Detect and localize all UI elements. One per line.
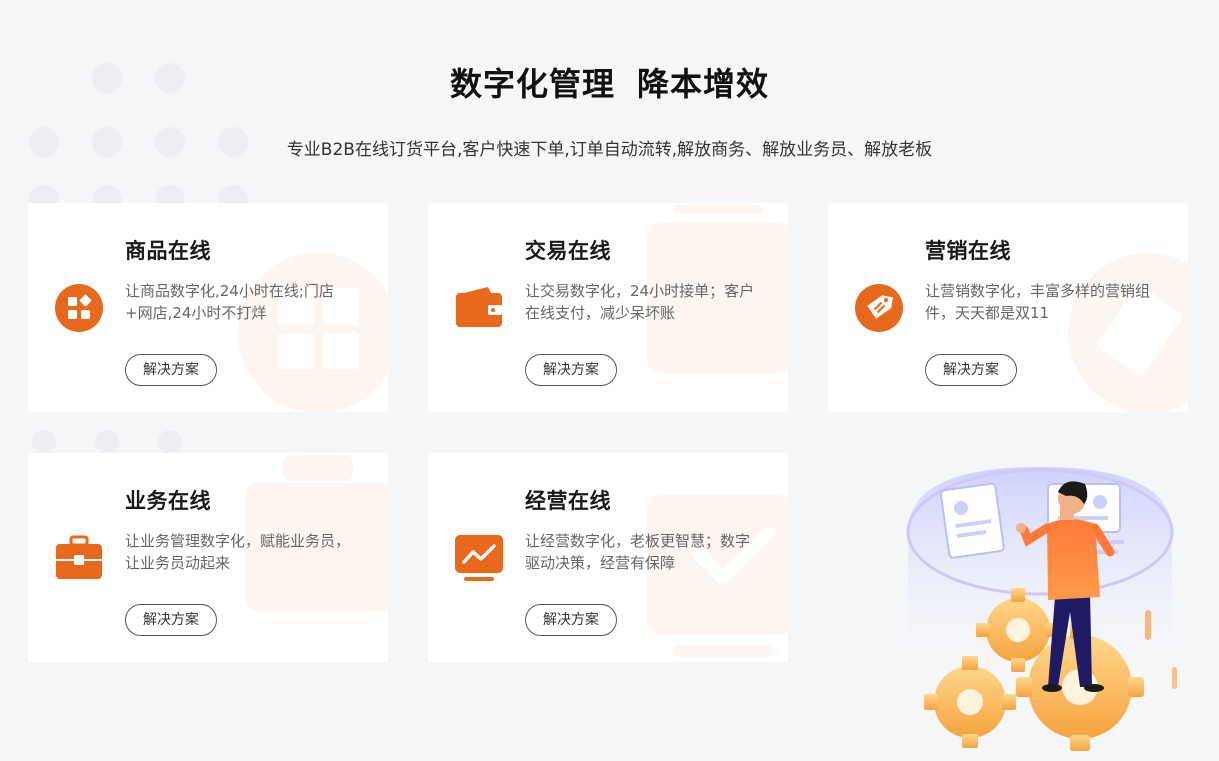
solution-button[interactable]: 解决方案 <box>525 354 617 386</box>
card-marketing-online: 营销在线 让营销数字化，丰富多样的营销组件，天天都是双11 解决方案 <box>828 203 1188 412</box>
card-business-online: 业务在线 让业务管理数字化，赋能业务员，让业务员动起来 解决方案 <box>28 453 388 662</box>
solution-button[interactable]: 解决方案 <box>125 354 217 386</box>
watermark-grid-decoration <box>238 253 388 412</box>
card-description: 让商品数字化,24小时在线;门店+网店,24小时不打烊 <box>125 282 334 322</box>
card-title: 营销在线 <box>925 239 1011 263</box>
card-title: 经营在线 <box>525 489 611 513</box>
watermark-tag-decoration <box>1068 253 1188 412</box>
page-subtitle: 专业B2B在线订货平台,客户快速下单,订单自动流转,解放商务、解放业务员、解放老… <box>286 140 933 160</box>
product-grid-icon <box>55 284 103 332</box>
card-description: 让交易数字化，24小时接单；客户在线支付，减少呆坏账 <box>525 282 755 322</box>
briefcase-icon <box>56 535 102 579</box>
price-tag-icon <box>855 284 903 332</box>
solution-button[interactable]: 解决方案 <box>525 604 617 636</box>
card-product-online: 商品在线 让商品数字化,24小时在线;门店+网店,24小时不打烊 解决方案 <box>28 203 388 412</box>
trend-chart-icon <box>455 535 503 581</box>
title-part-1: 数字化管理 <box>449 65 615 103</box>
title-part-2: 降本增效 <box>637 65 770 103</box>
digital-management-illustration <box>906 467 1177 751</box>
card-operation-online: 经营在线 让经营数字化，老板更智慧；数字驱动决策，经营有保障 解决方案 <box>428 453 788 662</box>
watermark-chart-decoration <box>647 495 788 657</box>
card-title: 业务在线 <box>125 489 211 513</box>
card-description: 让营销数字化，丰富多样的营销组件，天天都是双11 <box>925 282 1151 322</box>
card-transaction-online: 交易在线 让交易数字化，24小时接单；客户在线支付，减少呆坏账 解决方案 <box>428 203 788 412</box>
card-description: 让经营数字化，老板更智慧；数字驱动决策，经营有保障 <box>525 532 751 572</box>
solution-button[interactable]: 解决方案 <box>925 354 1017 386</box>
card-title: 商品在线 <box>125 239 211 263</box>
page-title: 数字化管理 降本增效 <box>0 60 1219 108</box>
card-title: 交易在线 <box>525 239 611 263</box>
solution-button[interactable]: 解决方案 <box>125 604 217 636</box>
card-description: 让业务管理数字化，赋能业务员，让业务员动起来 <box>125 532 351 572</box>
wallet-icon <box>456 287 502 327</box>
